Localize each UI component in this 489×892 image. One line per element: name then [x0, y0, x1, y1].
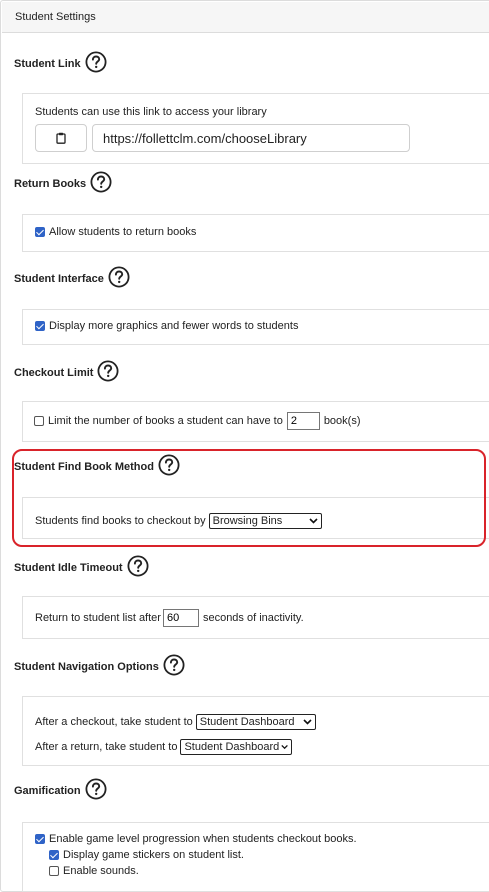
- section-title-idle-timeout: Student Idle Timeout: [14, 557, 149, 579]
- idle-timeout-label: Return to student list after: [35, 612, 161, 624]
- enable-sounds-label[interactable]: Enable sounds.: [63, 865, 139, 877]
- allow-return-books-checkbox[interactable]: [35, 227, 45, 237]
- after-checkout-label: After a checkout, take student to: [35, 716, 193, 728]
- allow-return-books-label[interactable]: Allow students to return books: [49, 226, 196, 238]
- section-title-student-interface: Student Interface: [14, 268, 130, 290]
- settings-card-header: Student Settings: [2, 2, 489, 33]
- after-checkout-select[interactable]: Student Dashboard: [195, 714, 316, 730]
- checkout-limit-checkbox[interactable]: [34, 416, 44, 426]
- student-interface-panel: Display more graphics and fewer words to…: [22, 309, 489, 345]
- student-link-field[interactable]: https://follettclm.com/chooseLibrary: [92, 124, 410, 152]
- game-stickers-checkbox[interactable]: [49, 850, 59, 860]
- clipboard-icon: [56, 132, 66, 144]
- after-checkout-selected: Student Dashboard: [199, 716, 295, 728]
- return-books-panel: Allow students to return books: [22, 214, 489, 252]
- section-title-return-books: Return Books: [14, 173, 112, 195]
- page-title: Student Settings: [15, 11, 96, 23]
- section-title-student-link: Student Link: [14, 53, 107, 75]
- student-link-url: https://follettclm.com/chooseLibrary: [103, 130, 307, 146]
- idle-timeout-suffix: seconds of inactivity.: [202, 612, 304, 624]
- student-link-description: Students can use this link to access you…: [35, 106, 267, 118]
- checkout-limit-input[interactable]: [286, 412, 320, 430]
- graphics-mode-label[interactable]: Display more graphics and fewer words to…: [49, 320, 298, 332]
- help-circle-icon[interactable]: [97, 360, 119, 382]
- idle-timeout-panel: Return to student list after seconds of …: [22, 596, 489, 639]
- help-circle-icon[interactable]: [85, 778, 107, 800]
- idle-timeout-input[interactable]: [162, 609, 199, 627]
- section-title-gamification: Gamification: [14, 780, 107, 802]
- checkout-limit-label[interactable]: Limit the number of books a student can …: [48, 415, 283, 427]
- after-return-select[interactable]: Student Dashboard: [180, 739, 293, 755]
- graphics-mode-checkbox[interactable]: [35, 321, 45, 331]
- after-return-label: After a return, take student to: [35, 741, 178, 753]
- game-progression-label[interactable]: Enable game level progression when stude…: [49, 833, 357, 845]
- highlight-frame: [12, 449, 486, 547]
- chevron-down-icon: [281, 744, 289, 750]
- help-circle-icon[interactable]: [127, 555, 149, 577]
- section-title-text: Student Link: [14, 58, 81, 70]
- student-link-panel: Students can use this link to access you…: [22, 93, 489, 164]
- section-title-navigation-options: Student Navigation Options: [14, 656, 185, 678]
- help-circle-icon[interactable]: [90, 171, 112, 193]
- copy-link-button[interactable]: [35, 124, 87, 152]
- navigation-options-panel: After a checkout, take student to Studen…: [22, 696, 489, 766]
- enable-sounds-checkbox[interactable]: [49, 866, 59, 876]
- help-circle-icon[interactable]: [163, 654, 185, 676]
- game-progression-checkbox[interactable]: [35, 834, 45, 844]
- checkout-limit-suffix: book(s): [323, 415, 361, 427]
- help-circle-icon[interactable]: [85, 51, 107, 73]
- gamification-panel: Enable game level progression when stude…: [22, 822, 489, 892]
- help-circle-icon[interactable]: [108, 266, 130, 288]
- chevron-down-icon: [303, 719, 312, 725]
- section-title-checkout-limit: Checkout Limit: [14, 362, 119, 384]
- game-stickers-label[interactable]: Display game stickers on student list.: [63, 849, 244, 861]
- checkout-limit-panel: Limit the number of books a student can …: [22, 401, 489, 442]
- after-return-selected: Student Dashboard: [184, 741, 280, 753]
